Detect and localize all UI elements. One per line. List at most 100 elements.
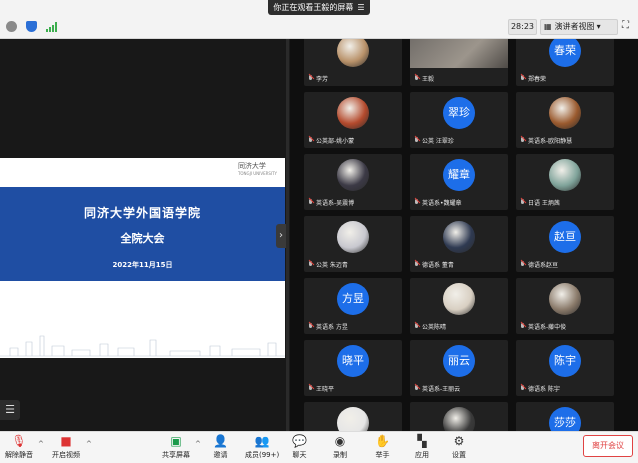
- share-options-icon[interactable]: ☰: [357, 0, 364, 15]
- meeting-toolbar: 🎙 解除静音 ^ ■ 开启视频 ^ ▣ 共享屏幕 ^ 👤 邀请 👥 成员(99+…: [0, 431, 638, 463]
- mic-muted-icon: [308, 137, 314, 144]
- avatar: [549, 97, 581, 129]
- fullscreen-icon[interactable]: ⛶: [622, 21, 632, 31]
- participant-name: 德语系 董青: [414, 260, 454, 269]
- mic-muted-icon: [520, 323, 526, 330]
- participant-name-text: 英语系-欧阳静慧: [528, 138, 573, 145]
- mic-muted-icon: [414, 385, 420, 392]
- members-label: 成员(99+): [245, 451, 280, 459]
- participant-name: 德语系赵亘: [520, 260, 558, 269]
- mic-muted-icon: [414, 75, 420, 82]
- collapse-gallery-chevron-icon[interactable]: ›: [276, 224, 286, 248]
- record-button[interactable]: ◉ 录制: [333, 434, 347, 460]
- share-status-banner[interactable]: 你正在观看王毅的屏幕 ☰: [268, 0, 370, 15]
- avatar-initials: 陈宇: [549, 345, 581, 377]
- start-video-button[interactable]: ■ 开启视频: [52, 434, 80, 460]
- raise-hand-button[interactable]: ✋ 举手: [375, 434, 390, 460]
- audio-options-chevron-icon[interactable]: ^: [38, 440, 44, 448]
- unmute-button[interactable]: 🎙 解除静音: [5, 434, 33, 460]
- view-mode-label: 演讲者视图: [554, 22, 595, 31]
- slide-title: 同济大学外国语学院: [83, 206, 201, 220]
- participant-tile[interactable]: 莎莎: [516, 402, 614, 431]
- school-logo-en: TONGJI UNIVERSITY: [237, 171, 277, 176]
- mic-muted-icon: [414, 199, 420, 206]
- participant-tile[interactable]: 方昱 英语系 方昱: [304, 278, 402, 334]
- chat-button[interactable]: 💬 聊天: [292, 434, 307, 460]
- participant-tile[interactable]: 公英 朱迈青: [304, 216, 402, 272]
- participant-tile[interactable]: 李芳: [304, 39, 402, 86]
- invite-label: 邀请: [213, 451, 228, 459]
- participant-tile[interactable]: 公英陈晴: [410, 278, 508, 334]
- chat-icon: 💬: [292, 434, 307, 448]
- participant-tile[interactable]: 英语系-吴震博: [304, 154, 402, 210]
- participant-name: 李芳: [308, 74, 328, 83]
- slide-title-band: 同济大学外国语学院 全院大会 2022年11月15日: [0, 187, 285, 281]
- participant-gallery: 李芳 王毅 春荣 郑春荣公英部-姚小蒙 翠珍 公英 汪翠珍英语系-欧阳静慧英语系-吴震博 耀…: [290, 39, 638, 431]
- mic-muted-icon: [520, 137, 526, 144]
- participant-name: 郑春荣: [520, 74, 546, 83]
- participant-tile[interactable]: 春荣 郑春荣: [516, 39, 614, 86]
- members-button[interactable]: 👥 成员(99+): [245, 434, 279, 460]
- participant-tile[interactable]: [304, 402, 402, 431]
- participant-name-text: 英语系 方昱: [316, 324, 348, 331]
- network-signal-icon[interactable]: [46, 22, 58, 32]
- share-screen-label: 共享屏幕: [162, 451, 190, 459]
- info-icon[interactable]: [6, 21, 17, 32]
- participant-tile[interactable]: 德语系 董青: [410, 216, 508, 272]
- security-shield-icon[interactable]: [26, 21, 37, 32]
- share-options-chevron-icon[interactable]: ^: [195, 440, 201, 448]
- record-label: 录制: [333, 451, 347, 459]
- participant-tile[interactable]: 耀章英语系•魏耀章: [410, 154, 508, 210]
- avatar: [443, 221, 475, 253]
- participant-name: 王晓平: [308, 384, 334, 393]
- avatar: [549, 283, 581, 315]
- invite-button[interactable]: 👤 邀请: [213, 434, 228, 460]
- participant-tile[interactable]: 英语系-欧阳静慧: [516, 92, 614, 148]
- avatar-initials: 耀章: [443, 159, 475, 191]
- gear-icon: ⚙: [453, 434, 465, 448]
- participant-name: 日语 王炳茜: [520, 198, 560, 207]
- participant-tile[interactable]: 翠珍 公英 汪翠珍: [410, 92, 508, 148]
- participant-tile[interactable]: 晓平 王晓平: [304, 340, 402, 396]
- meeting-timer: 28:23: [508, 19, 537, 35]
- participant-name: 公英部-姚小蒙: [308, 136, 354, 145]
- participant-tile[interactable]: 丽云 英语系-王丽云: [410, 340, 508, 396]
- split-divider[interactable]: [286, 39, 289, 431]
- participant-name-text: 英语系•魏耀章: [422, 200, 462, 207]
- video-options-chevron-icon[interactable]: ^: [86, 440, 92, 448]
- share-screen-button[interactable]: ▣ 共享屏幕: [162, 434, 190, 460]
- participant-tile[interactable]: 公英部-姚小蒙: [304, 92, 402, 148]
- participant-name-text: 英语系-吴震博: [316, 200, 355, 207]
- participant-name-text: 公英 汪翠珍: [422, 138, 454, 145]
- participant-name-text: 公英部-姚小蒙: [316, 138, 355, 145]
- participant-name-text: 公英陈晴: [422, 324, 447, 331]
- participant-list-icon[interactable]: ☰: [0, 400, 20, 420]
- avatar: [337, 159, 369, 191]
- avatar: [337, 39, 369, 67]
- participant-name: 英语系 方昱: [308, 322, 348, 331]
- participant-tile[interactable]: 英语系-藤中俊: [516, 278, 614, 334]
- school-logo-text: 同济大学: [237, 162, 266, 170]
- presentation-slide: 同济大学 TONGJI UNIVERSITY 同济大学外国语学院 全院大会 20…: [0, 158, 285, 358]
- participant-name: 公英 汪翠珍: [414, 136, 454, 145]
- mic-muted-icon: [520, 199, 526, 206]
- microphone-muted-icon: 🎙: [11, 434, 27, 448]
- avatar-initials: 丽云: [443, 345, 475, 377]
- participant-tile[interactable]: 赵亘 德语系赵亘: [516, 216, 614, 272]
- leave-meeting-button[interactable]: 离开会议: [583, 435, 633, 457]
- mic-muted-icon: [414, 323, 420, 330]
- participant-tile[interactable]: [410, 402, 508, 431]
- apps-label: 应用: [415, 451, 429, 459]
- participant-tile[interactable]: 王毅: [410, 39, 508, 86]
- apps-grid-icon: ▚: [417, 434, 427, 448]
- avatar: [443, 407, 475, 431]
- invite-icon: 👤: [213, 434, 228, 448]
- participant-tile[interactable]: 日语 王炳茜: [516, 154, 614, 210]
- apps-button[interactable]: ▚ 应用: [415, 434, 429, 460]
- settings-button[interactable]: ⚙ 设置: [452, 434, 466, 460]
- view-mode-button[interactable]: ▦ 演讲者视图 ▾: [540, 19, 618, 35]
- raise-hand-label: 举手: [375, 451, 390, 459]
- raise-hand-icon: ✋: [375, 434, 390, 448]
- participant-tile[interactable]: 陈宇 德语系 陈宇: [516, 340, 614, 396]
- participant-name: 王毅: [414, 74, 434, 83]
